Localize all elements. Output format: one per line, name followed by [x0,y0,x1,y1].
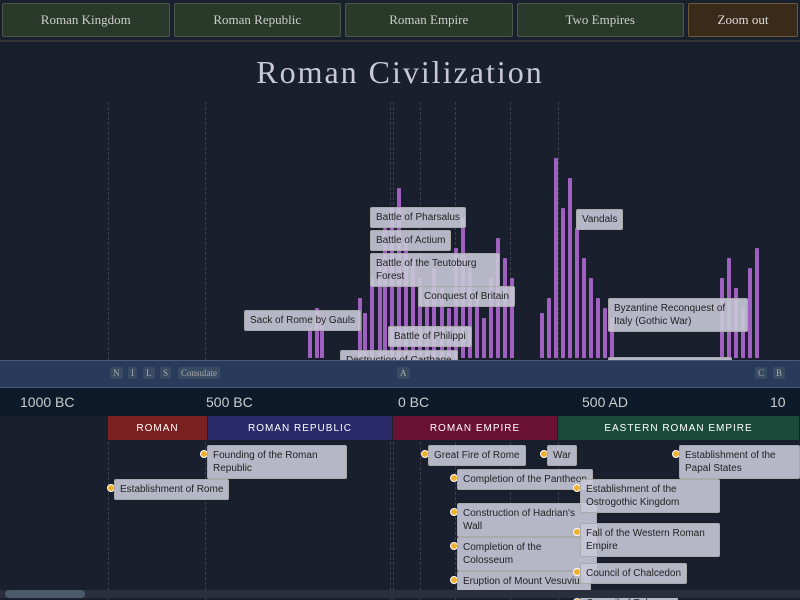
event-sack-rome: Sack of Rome by Gauls [244,310,361,331]
page-title: Roman Civilization [0,42,800,97]
battle-bar-29 [561,208,565,358]
lower-events-area: Founding of the Roman Republic Establish… [0,440,800,600]
nav-roman-empire[interactable]: Roman Empire [345,3,513,37]
event-colosseum: Completion of the Colosseum [457,537,597,571]
zoom-out-button[interactable]: Zoom out [688,3,798,37]
tl-label-l: L [143,367,155,379]
nav-roman-republic[interactable]: Roman Republic [174,3,342,37]
event-ostrogothic: Establishment of the Ostrogothic Kingdom [580,479,720,513]
event-chalcedon: Council of Chalcedon [580,563,687,584]
era-roman: Roman [108,416,208,440]
battle-bar-28 [554,158,558,358]
event-teutoburg: Battle of the Teutoburg Forest [370,253,500,287]
battle-bar-21 [482,318,486,358]
battle-bar-42 [755,248,759,358]
event-vesuvius: Eruption of Mount Vesuvius [457,571,591,592]
tl-label-b: B [773,367,785,379]
event-battle-pharsalus: Battle of Pharsalus [370,207,466,228]
battle-bar-20 [475,298,479,358]
battle-bar-30 [568,178,572,358]
nav-two-empires[interactable]: Two Empires [517,3,685,37]
timeline-area: Battle of Pharsalus Battle of Actium Bat… [0,102,800,600]
upper-events-area: Battle of Pharsalus Battle of Actium Bat… [0,102,800,360]
battle-bar-24 [503,258,507,358]
date-10: 10 [770,394,786,410]
event-vandals: Vandals [576,209,623,230]
date-500bc: 500 BC [206,394,253,410]
era-republic: Roman Republic [208,416,393,440]
tl-label-consulate: Consulate [178,367,220,379]
tl-label-s: S [160,367,171,379]
event-byzantine-reconquest: Byzantine Reconquest of Italy (Gothic Wa… [608,298,748,332]
battle-bar-27 [547,298,551,358]
tl-label-i: I [128,367,137,379]
battle-bar-33 [589,278,593,358]
era-eastern: Eastern Roman Empire [558,416,800,440]
battle-bar-5 [370,278,374,358]
date-0bc: 0 BC [398,394,429,410]
battle-bar-31 [575,228,579,358]
battle-bar-32 [582,258,586,358]
battle-bar-41 [748,268,752,358]
horizontal-scrollbar[interactable] [0,590,800,598]
tl-label-c: C [755,367,767,379]
event-conquest-britain: Conquest of Britain [418,286,515,307]
battle-bar-35 [603,308,607,358]
era-empire: Roman Empire [393,416,558,440]
event-war: War [547,445,577,466]
event-fall-western: Fall of the Western Roman Empire [580,523,720,557]
date-1000bc: 1000 BC [20,394,74,410]
event-battle-actium: Battle of Actium [370,230,451,251]
battle-bar-26 [540,313,544,358]
tl-label-a: A [397,367,410,379]
top-navigation: Roman Kingdom Roman Republic Roman Empir… [0,0,800,42]
event-papal-states: Establishment of the Papal States [679,445,800,479]
event-philippi: Battle of Philippi [388,326,472,347]
battle-bar-0 [308,328,312,358]
event-great-fire: Great Fire of Rome [428,445,526,466]
scrollbar-thumb[interactable] [5,590,85,598]
event-establishment-rome: Establishment of Rome [114,479,229,500]
nav-roman-kingdom[interactable]: Roman Kingdom [2,3,170,37]
timeline-bar: N I L S Consulate A C B [0,360,800,388]
date-axis: 1000 BC 500 BC 0 BC 500 AD 10 [0,388,800,416]
date-500ad: 500 AD [582,394,628,410]
battle-bar-34 [596,298,600,358]
main-area: Roman Civilization Battle of Pharsalus B… [0,42,800,600]
event-founding-republic: Founding of the Roman Republic [207,445,347,479]
tl-label-n: N [110,367,123,379]
era-bar: Roman Roman Republic Roman Empire Easter… [0,416,800,440]
